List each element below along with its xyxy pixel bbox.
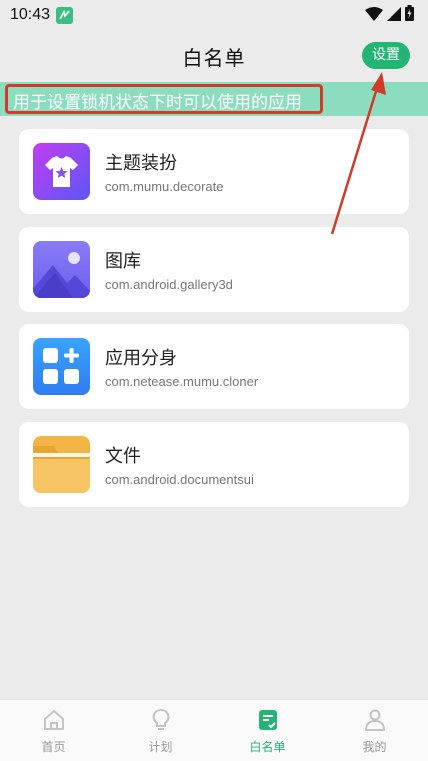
tshirt-star-icon [33,143,90,200]
nav-label: 白名单 [249,740,286,754]
status-bar: 10:43 [0,0,428,30]
wifi-icon [365,6,383,25]
app-name: 图库 [105,250,141,272]
nav-item-home[interactable]: 首页 [0,700,107,761]
nav-item-plan[interactable]: 计划 [107,700,214,761]
whitelist-app-list: 主题装扮 com.mumu.decorate 图库 com.android.ga… [19,129,409,519]
app-name: 应用分身 [105,348,177,369]
status-time: 10:43 [10,6,51,23]
info-banner: 用于设置锁机状态下时可以使用的应用 [0,82,428,116]
list-item-app[interactable]: 应用分身 com.netease.mumu.cloner [19,324,409,409]
app-package: com.netease.mumu.cloner [105,374,259,389]
person-icon [363,708,387,736]
nav-item-whitelist[interactable]: 白名单 [214,700,321,761]
settings-button[interactable]: 设置 [362,42,410,69]
app-name: 主题装扮 [105,153,177,174]
nav-label: 我的 [362,740,387,754]
app-cloner-icon [33,338,90,395]
battery-icon [405,5,414,25]
app-name: 文件 [105,445,141,467]
list-item-app[interactable]: 主题装扮 com.mumu.decorate [19,129,409,214]
nav-item-mine[interactable]: 我的 [321,700,428,761]
lightbulb-icon [149,708,173,736]
gallery-icon [33,240,90,298]
whitelist-doc-icon [256,708,280,736]
list-item-app[interactable]: 文件 com.android.documentsui [19,421,409,507]
nav-label: 首页 [41,740,66,754]
bottom-navigation: 首页 计划 白名单 我的 [0,699,428,761]
app-package: com.android.gallery3d [105,276,233,292]
app-package: com.mumu.decorate [105,179,224,194]
banner-text: 用于设置锁机状态下时可以使用的应用 [13,93,302,113]
folder-icon [33,435,90,493]
cellular-signal-icon [387,6,401,25]
app-package: com.android.documentsui [105,471,254,487]
nav-label: 计划 [148,740,173,754]
home-icon [42,708,66,736]
title-bar: 白名单 设置 [0,30,428,80]
list-item-app[interactable]: 图库 com.android.gallery3d [19,226,409,312]
app-notification-icon [56,6,74,24]
